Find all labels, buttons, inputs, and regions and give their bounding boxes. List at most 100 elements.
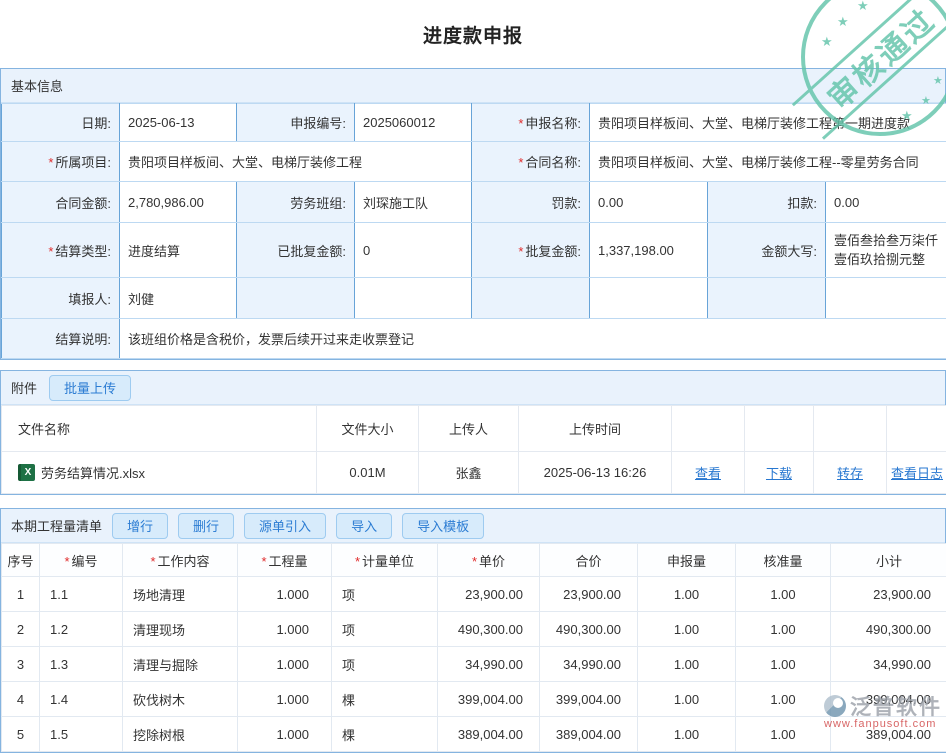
section-title: 基本信息 — [11, 76, 63, 95]
work-item-cell: 1.3 — [40, 647, 123, 682]
col-upload-time: 上传时间 — [519, 406, 672, 452]
work-item-cell: 挖除树根 — [123, 717, 238, 752]
section-title: 附件 — [11, 378, 37, 397]
work-item-cell: 389,004.00 — [831, 717, 946, 752]
date-field[interactable]: 2025-06-13 — [120, 104, 237, 142]
work-item-cell: 4 — [2, 682, 40, 717]
settle-type-field[interactable]: 进度结算 — [120, 223, 237, 278]
contract-amount-label: 合同金额: — [2, 182, 120, 223]
view-log-link[interactable]: 查看日志 — [891, 466, 943, 481]
decl-name-field[interactable]: 贵阳项目样板间、大堂、电梯厅装修工程第一期进度款 — [590, 104, 946, 142]
work-item-cell: 1.000 — [238, 577, 332, 612]
work-item-cell: 1.00 — [736, 577, 831, 612]
filler-label: 填报人: — [2, 278, 120, 319]
col-action — [672, 406, 745, 452]
page-title: 进度款申报 — [423, 21, 523, 48]
page-header: 进度款申报 — [0, 0, 946, 68]
work-item-row[interactable]: 21.2清理现场1.000项490,300.00490,300.001.001.… — [2, 612, 946, 647]
project-label: *所属项目: — [2, 142, 120, 182]
empty-label-cell — [472, 278, 590, 319]
view-link[interactable]: 查看 — [695, 466, 721, 481]
work-item-cell: 1.00 — [638, 612, 736, 647]
amount-words-field: 壹佰叁拾叁万柒仟壹佰玖拾捌元整 — [826, 223, 946, 278]
work-item-cell: 1.000 — [238, 612, 332, 647]
labor-team-field[interactable]: 刘琛施工队 — [355, 182, 472, 223]
work-item-cell: 34,990.00 — [540, 647, 638, 682]
col-file-name: 文件名称 — [2, 406, 317, 452]
work-item-cell: 23,900.00 — [831, 577, 946, 612]
delete-row-button[interactable]: 删行 — [178, 513, 234, 539]
file-name-cell: X 劳务结算情况.xlsx — [2, 452, 317, 494]
download-link[interactable]: 下载 — [766, 466, 792, 481]
col-action — [814, 406, 887, 452]
project-field[interactable]: 贵阳项目样板间、大堂、电梯厅装修工程 — [120, 142, 472, 182]
work-item-cell: 399,004.00 — [831, 682, 946, 717]
empty-field[interactable] — [355, 278, 472, 319]
empty-field[interactable] — [826, 278, 946, 319]
col-action — [887, 406, 946, 452]
work-item-cell: 1.000 — [238, 682, 332, 717]
add-row-button[interactable]: 增行 — [112, 513, 168, 539]
work-item-cell: 23,900.00 — [438, 577, 540, 612]
work-item-cell: 1.4 — [40, 682, 123, 717]
attachments-bar: 附件 批量上传 — [1, 371, 945, 405]
work-item-cell: 项 — [332, 612, 438, 647]
decl-name-label: *申报名称: — [472, 104, 590, 142]
source-import-button[interactable]: 源单引入 — [244, 513, 326, 539]
work-item-cell: 1 — [2, 577, 40, 612]
basic-info-section: 基本信息 日期: 2025-06-13 申报编号: 2025060012 *申报… — [0, 68, 946, 360]
work-item-cell: 1.5 — [40, 717, 123, 752]
work-item-cell: 棵 — [332, 717, 438, 752]
file-size: 0.01M — [317, 452, 419, 494]
filler-field[interactable]: 刘健 — [120, 278, 237, 319]
col-action — [745, 406, 814, 452]
col-file-size: 文件大小 — [317, 406, 419, 452]
work-item-cell: 1.000 — [238, 647, 332, 682]
worksheet-toolbar: 本期工程量清单 增行 删行 源单引入 导入 导入模板 — [1, 509, 945, 543]
deduction-field[interactable]: 0.00 — [826, 182, 946, 223]
work-item-cell: 389,004.00 — [438, 717, 540, 752]
work-item-cell: 490,300.00 — [831, 612, 946, 647]
work-item-cell: 1.000 — [238, 717, 332, 752]
settle-note-field[interactable]: 该班组价格是含税价，发票后续开过来走收票登记 — [120, 319, 946, 359]
batch-upload-button[interactable]: 批量上传 — [49, 375, 131, 401]
import-button[interactable]: 导入 — [336, 513, 392, 539]
save-as-link[interactable]: 转存 — [837, 466, 863, 481]
file-uploader: 张鑫 — [419, 452, 519, 494]
work-item-cell: 490,300.00 — [540, 612, 638, 647]
import-template-button[interactable]: 导入模板 — [402, 513, 484, 539]
penalty-label: 罚款: — [472, 182, 590, 223]
work-item-cell: 1.00 — [638, 647, 736, 682]
file-upload-time: 2025-06-13 16:26 — [519, 452, 672, 494]
worksheet-col-header: *工作内容 — [123, 544, 238, 577]
file-name: 劳务结算情况.xlsx — [41, 463, 145, 482]
attachments-table: 文件名称 文件大小 上传人 上传时间 X 劳务结算情况.xlsx 0.01M 张… — [1, 405, 946, 494]
worksheet-col-header: 合价 — [540, 544, 638, 577]
work-item-row[interactable]: 31.3清理与掘除1.000项34,990.0034,990.001.001.0… — [2, 647, 946, 682]
work-item-cell: 1.00 — [638, 717, 736, 752]
work-item-cell: 23,900.00 — [540, 577, 638, 612]
contract-amount-field[interactable]: 2,780,986.00 — [120, 182, 237, 223]
approved-amount-field[interactable]: 1,337,198.00 — [590, 223, 708, 278]
settle-type-label: *结算类型: — [2, 223, 120, 278]
work-item-row[interactable]: 51.5挖除树根1.000棵389,004.00389,004.001.001.… — [2, 717, 946, 752]
attachment-row: X 劳务结算情况.xlsx 0.01M 张鑫 2025-06-13 16:26 … — [2, 452, 946, 494]
empty-label-cell — [237, 278, 355, 319]
col-uploader: 上传人 — [419, 406, 519, 452]
decl-no-field[interactable]: 2025060012 — [355, 104, 472, 142]
work-item-row[interactable]: 41.4砍伐树木1.000棵399,004.00399,004.001.001.… — [2, 682, 946, 717]
work-item-cell: 34,990.00 — [831, 647, 946, 682]
worksheet-col-header: 序号 — [2, 544, 40, 577]
work-item-cell: 项 — [332, 647, 438, 682]
contract-name-field[interactable]: 贵阳项目样板间、大堂、电梯厅装修工程--零星劳务合同 — [590, 142, 946, 182]
empty-field[interactable] — [590, 278, 708, 319]
work-item-cell: 5 — [2, 717, 40, 752]
work-item-cell: 34,990.00 — [438, 647, 540, 682]
work-item-row[interactable]: 11.1场地清理1.000项23,900.0023,900.001.001.00… — [2, 577, 946, 612]
worksheet-col-header: *计量单位 — [332, 544, 438, 577]
work-item-cell: 3 — [2, 647, 40, 682]
penalty-field[interactable]: 0.00 — [590, 182, 708, 223]
worksheet-col-header: *工程量 — [238, 544, 332, 577]
work-item-cell: 场地清理 — [123, 577, 238, 612]
approved-done-field[interactable]: 0 — [355, 223, 472, 278]
